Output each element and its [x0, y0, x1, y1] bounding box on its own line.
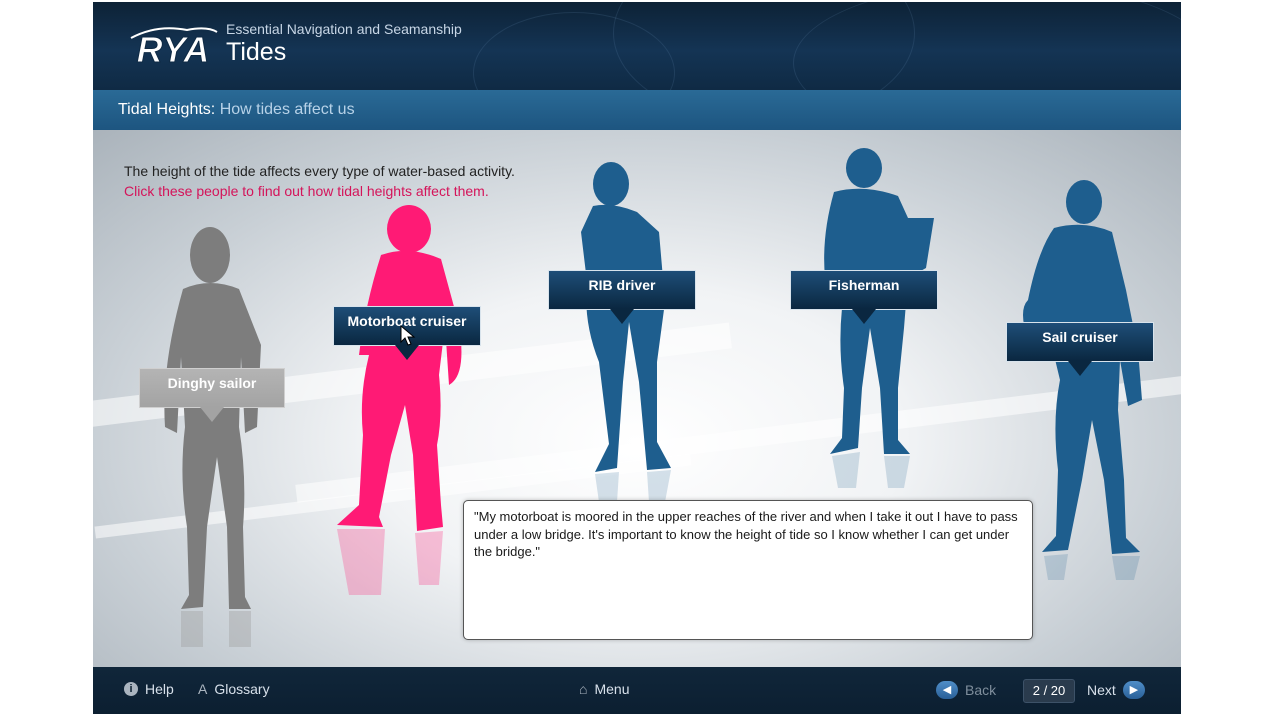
- rya-logo: RYA: [130, 27, 218, 66]
- person-rib-driver[interactable]: [573, 162, 693, 502]
- course-title: Essential Navigation and Seamanship: [226, 21, 462, 37]
- footer-nav: i Help A Glossary ⌂ Menu ◀ Back 2 / 20 N…: [93, 667, 1181, 714]
- label-fisherman[interactable]: Fisherman: [790, 270, 938, 324]
- quote-text: "My motorboat is moored in the upper rea…: [474, 509, 1018, 559]
- motorboat-cruiser-silhouette: [337, 205, 462, 595]
- rib-driver-silhouette: [581, 162, 671, 502]
- label-text: Dinghy sailor: [167, 375, 257, 391]
- dinghy-sailor-silhouette: [164, 227, 261, 647]
- info-icon: i: [124, 682, 138, 696]
- back-label: Back: [965, 682, 997, 698]
- glossary-label: Glossary: [214, 681, 270, 697]
- glossary-button[interactable]: A Glossary: [198, 681, 270, 697]
- person-motorboat-cruiser[interactable]: [329, 205, 469, 595]
- page-counter: 2 / 20: [1023, 679, 1075, 703]
- glossary-icon: A: [198, 681, 208, 697]
- section-title: Tidal Heights:: [118, 101, 216, 118]
- label-text: RIB driver: [588, 277, 656, 293]
- label-text: Sail cruiser: [1042, 329, 1118, 345]
- next-button[interactable]: Next ▶: [1087, 681, 1145, 699]
- page-title: Tidal Heights: How tides affect us: [118, 101, 355, 119]
- label-dinghy-sailor[interactable]: Dinghy sailor: [139, 368, 285, 422]
- label-text: Fisherman: [828, 277, 900, 293]
- intro-text: The height of the tide affects every typ…: [124, 163, 515, 179]
- home-icon: ⌂: [579, 681, 588, 697]
- chevron-left-icon: ◀: [936, 681, 958, 699]
- label-rib-driver[interactable]: RIB driver: [548, 270, 696, 324]
- chevron-right-icon: ▶: [1122, 681, 1145, 699]
- person-dinghy-sailor[interactable]: [153, 227, 273, 647]
- help-button[interactable]: i Help: [124, 681, 174, 697]
- mouse-cursor-icon: [400, 325, 416, 346]
- svg-text:RYA: RYA: [137, 29, 210, 66]
- module-title: Tides: [226, 38, 287, 66]
- page-subtitle: How tides affect us: [219, 101, 355, 118]
- help-label: Help: [145, 681, 174, 697]
- menu-button[interactable]: ⌂ Menu: [579, 681, 630, 697]
- back-button[interactable]: ◀ Back: [936, 681, 996, 699]
- course-player: RYA Essential Navigation and Seamanship …: [93, 2, 1181, 714]
- header: RYA Essential Navigation and Seamanship …: [93, 2, 1181, 90]
- page-title-bar: Tidal Heights: How tides affect us: [93, 90, 1181, 130]
- menu-label: Menu: [594, 681, 630, 697]
- next-label: Next: [1087, 682, 1116, 698]
- label-sail-cruiser[interactable]: Sail cruiser: [1006, 322, 1154, 376]
- quote-box: "My motorboat is moored in the upper rea…: [463, 500, 1033, 640]
- instruction-text: Click these people to find out how tidal…: [124, 183, 489, 199]
